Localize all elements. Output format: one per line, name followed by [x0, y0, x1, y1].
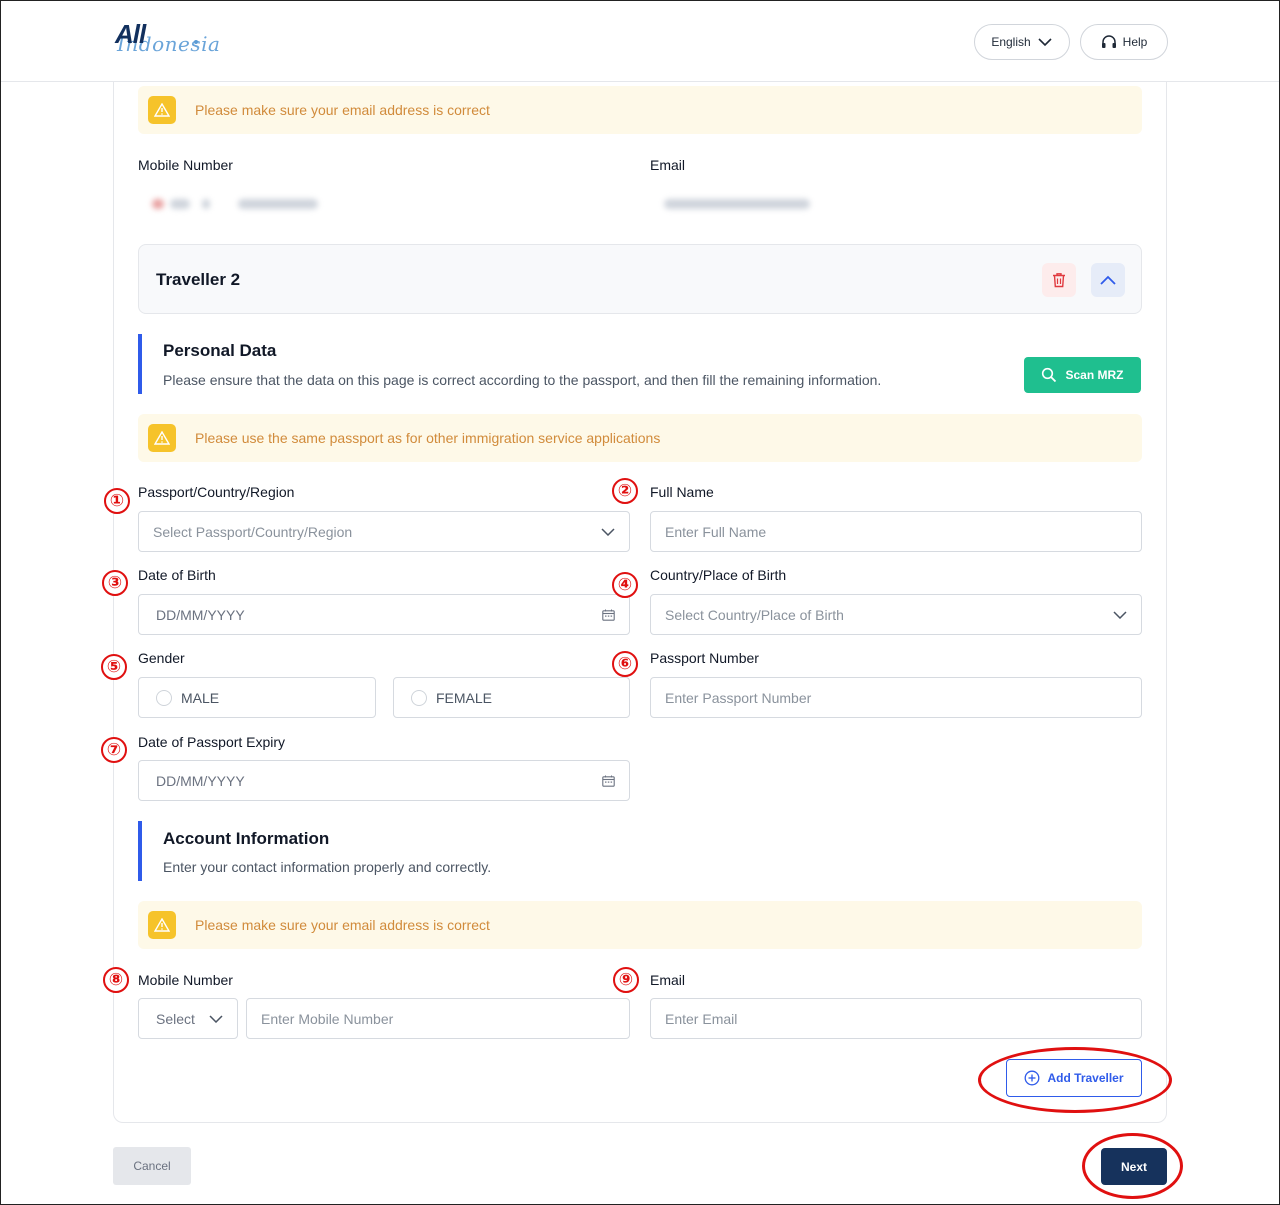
birth-place-placeholder: Select Country/Place of Birth: [665, 606, 844, 623]
logo-primary: All: [115, 19, 146, 49]
annotation-marker-5: ⑤: [101, 654, 127, 680]
cancel-label: Cancel: [133, 1159, 171, 1173]
help-label: Help: [1122, 35, 1148, 49]
warning-icon: [148, 911, 176, 939]
section-description: Enter your contact information properly …: [163, 859, 492, 875]
highlight-ring-next: [1082, 1133, 1183, 1199]
radio-circle[interactable]: [156, 689, 172, 706]
radio-circle[interactable]: [411, 689, 427, 706]
passport-country-placeholder: Select Passport/Country/Region: [153, 523, 353, 540]
mobile-number-label-t1: Mobile Number: [138, 157, 233, 173]
scan-mrz-button[interactable]: Scan MRZ: [1024, 357, 1141, 393]
delete-traveller-button[interactable]: [1042, 263, 1076, 297]
date-of-birth-placeholder: DD/MM/YYYY: [156, 606, 245, 623]
warning-text: Please make sure your email address is c…: [195, 102, 490, 118]
annotation-marker-6: ⑥: [612, 651, 638, 677]
passport-country-label: Passport/Country/Region: [138, 484, 295, 500]
gender-male-label: MALE: [181, 689, 220, 706]
gender-label: Gender: [138, 650, 185, 666]
top-header: Indonesia All English Help: [1, 1, 1279, 82]
country-code-placeholder: Select: [156, 1010, 195, 1027]
gender-female-label: FEMALE: [436, 689, 493, 706]
highlight-ring-add-traveller: [978, 1047, 1172, 1113]
chevron-down-icon: [1038, 38, 1052, 47]
email-placeholder: Enter Email: [665, 1010, 738, 1027]
email-label-t1: Email: [650, 157, 686, 173]
passport-warning: Please use the same passport as for othe…: [138, 414, 1142, 462]
chevron-up-icon: [1100, 275, 1116, 285]
annotation-marker-1: ①: [104, 488, 130, 514]
country-code-select[interactable]: Select: [138, 998, 238, 1039]
annotation-marker-7: ⑦: [101, 737, 127, 763]
gender-female-option[interactable]: FEMALE: [393, 677, 630, 718]
birth-place-select[interactable]: Select Country/Place of Birth: [650, 594, 1142, 635]
section-title: Account Information: [163, 829, 330, 848]
chevron-down-icon: [601, 527, 615, 536]
mobile-number-input[interactable]: Enter Mobile Number: [246, 998, 630, 1039]
full-name-label: Full Name: [650, 484, 714, 500]
warning-text: Please use the same passport as for othe…: [195, 430, 661, 446]
email-value-t1[interactable]: [652, 184, 1140, 224]
annotation-marker-9: ⑨: [613, 967, 639, 993]
date-of-birth-input[interactable]: DD/MM/YYYY: [138, 594, 630, 635]
chevron-down-icon: [209, 1014, 223, 1023]
personal-data-section: Personal Data Please ensure that the dat…: [138, 334, 881, 394]
cancel-button[interactable]: Cancel: [113, 1147, 191, 1185]
passport-number-placeholder: Enter Passport Number: [665, 689, 812, 706]
warning-icon: [148, 424, 176, 452]
allindonesia-logo[interactable]: Indonesia All: [115, 19, 220, 63]
passport-country-select[interactable]: Select Passport/Country/Region: [138, 511, 630, 552]
annotation-marker-4: ④: [612, 572, 638, 598]
scan-mrz-label: Scan MRZ: [1065, 368, 1124, 382]
annotation-marker-3: ③: [102, 570, 128, 596]
passport-expiry-placeholder: DD/MM/YYYY: [156, 772, 245, 789]
email-warning-account: Please make sure your email address is c…: [138, 901, 1142, 949]
passport-number-input[interactable]: Enter Passport Number: [650, 677, 1142, 718]
passport-expiry-input[interactable]: DD/MM/YYYY: [138, 760, 630, 801]
email-input[interactable]: Enter Email: [650, 998, 1142, 1039]
full-name-placeholder: Enter Full Name: [665, 523, 767, 540]
calendar-icon: [602, 775, 615, 787]
full-name-input[interactable]: Enter Full Name: [650, 511, 1142, 552]
language-selector[interactable]: English: [974, 24, 1070, 60]
traveller-2-header: Traveller 2: [138, 244, 1142, 314]
birth-place-label: Country/Place of Birth: [650, 567, 787, 583]
collapse-button[interactable]: [1091, 263, 1125, 297]
help-button[interactable]: Help: [1080, 24, 1168, 60]
mobile-number-placeholder: Enter Mobile Number: [261, 1010, 394, 1027]
headset-icon: [1101, 35, 1116, 48]
language-label: English: [991, 35, 1031, 49]
section-description: Please ensure that the data on this page…: [163, 372, 882, 388]
passport-expiry-label: Date of Passport Expiry: [138, 734, 286, 750]
section-title: Personal Data: [163, 341, 277, 360]
date-of-birth-label: Date of Birth: [138, 567, 216, 583]
traveller-title: Traveller 2: [156, 270, 241, 289]
mobile-number-value-t1[interactable]: [140, 184, 628, 224]
search-icon: [1042, 367, 1057, 383]
account-information-section: Account Information Enter your contact i…: [138, 821, 491, 881]
gender-male-option[interactable]: MALE: [138, 677, 376, 718]
chevron-down-icon: [1113, 610, 1127, 619]
email-warning-top: Please make sure your email address is c…: [138, 86, 1142, 134]
passport-number-label: Passport Number: [650, 650, 759, 666]
email-label: Email: [650, 972, 686, 988]
annotation-marker-8: ⑧: [103, 967, 129, 993]
calendar-icon: [602, 609, 615, 621]
logo-dot: [194, 40, 198, 44]
trash-icon: [1053, 273, 1065, 288]
mobile-number-label: Mobile Number: [138, 972, 233, 988]
annotation-marker-2: ②: [612, 478, 638, 504]
warning-icon: [148, 96, 176, 124]
warning-text: Please make sure your email address is c…: [195, 917, 490, 933]
